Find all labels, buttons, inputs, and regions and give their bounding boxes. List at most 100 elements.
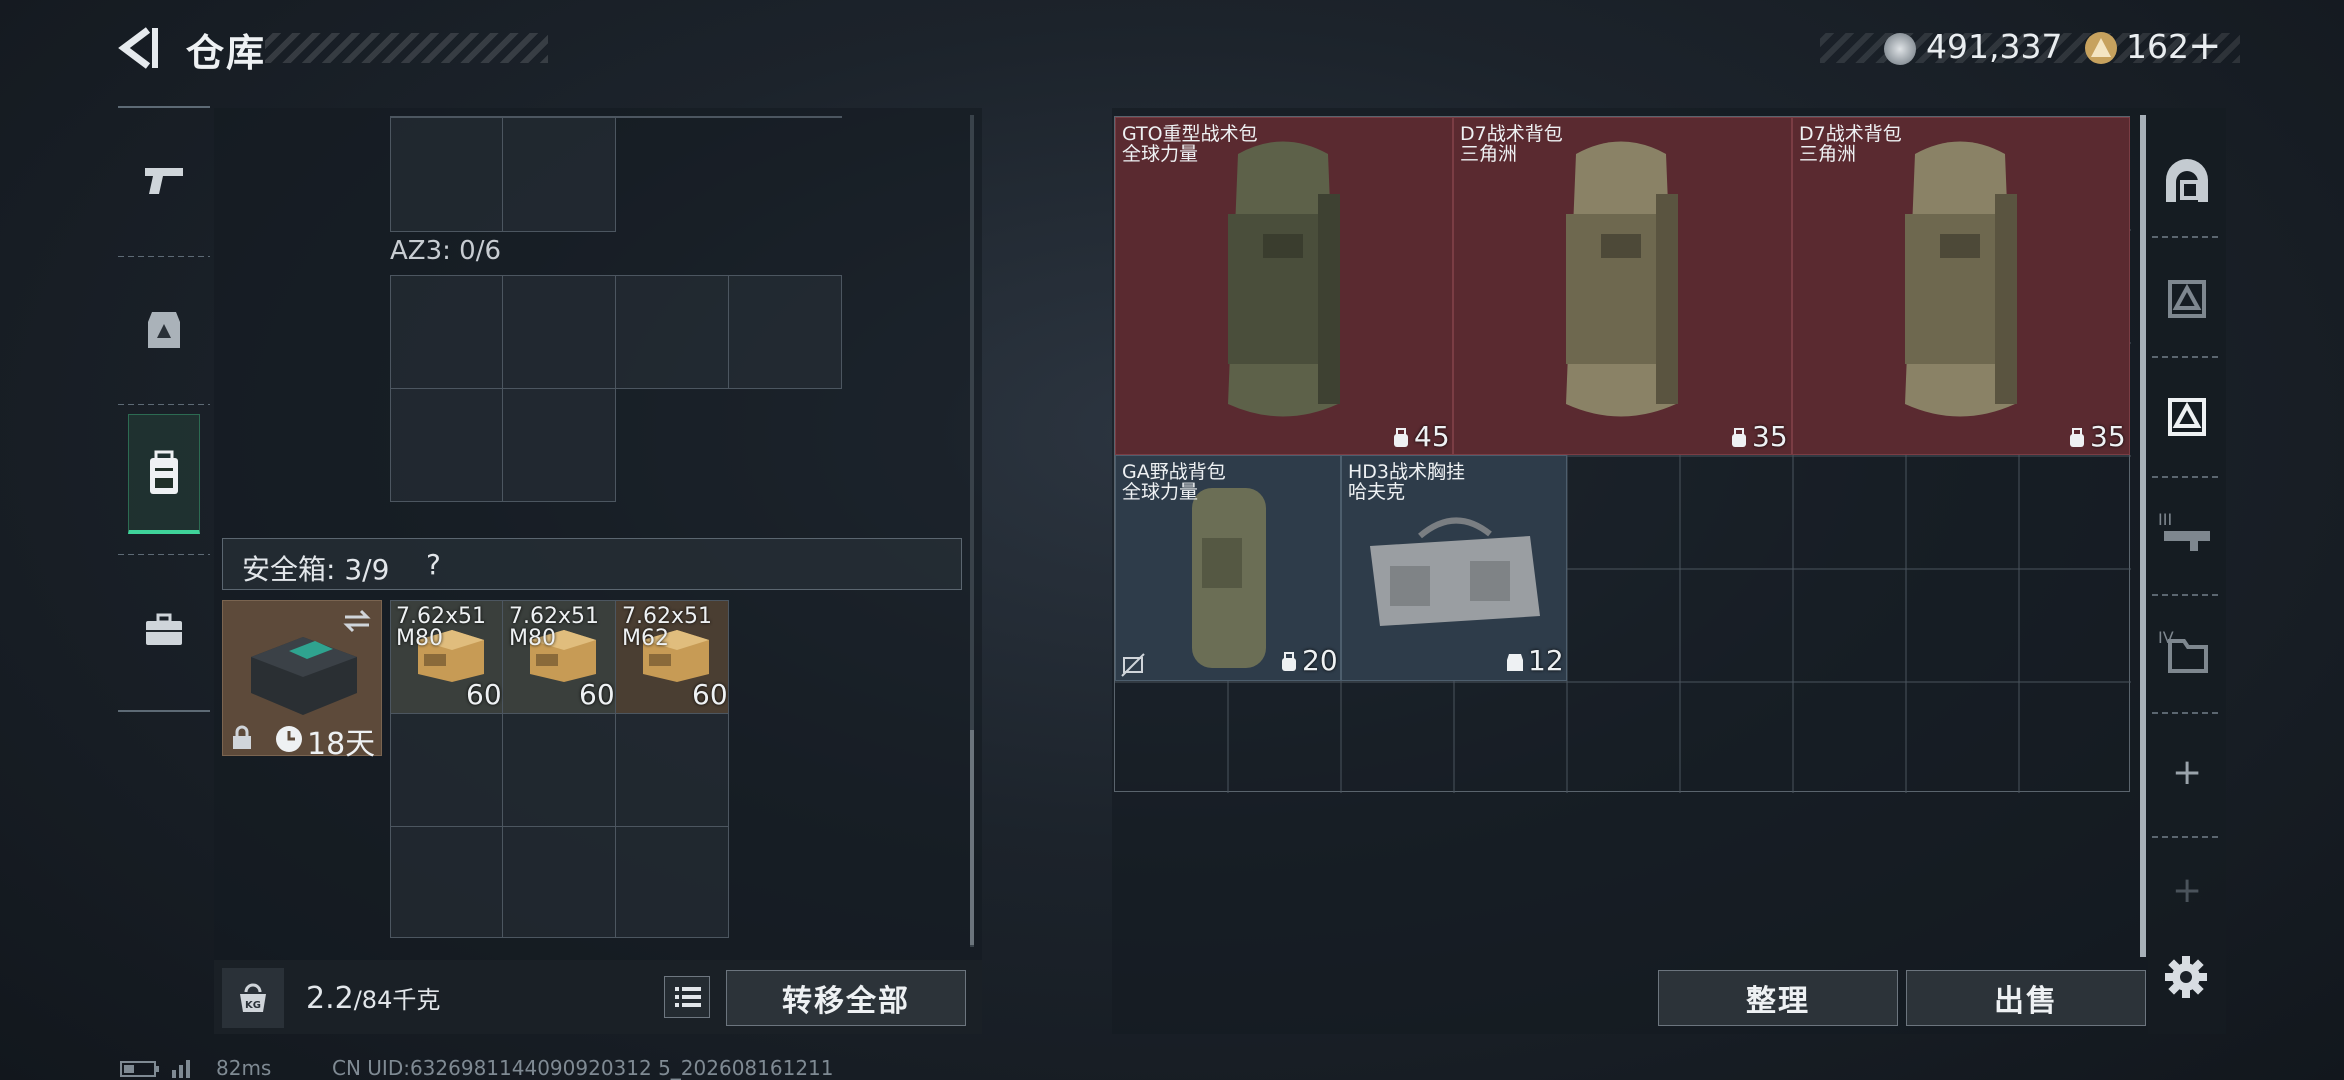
back-icon[interactable] <box>118 26 160 70</box>
backpack-icon <box>1905 141 2017 417</box>
right-scrollbar-thumb[interactable] <box>2140 115 2146 957</box>
stash-item-gto-backpack[interactable] <box>1115 117 1453 455</box>
stash-tab-4[interactable]: IV <box>2158 624 2216 682</box>
safe-box-icon <box>251 637 357 715</box>
ammo-caliber: 7.62x51 <box>622 604 712 629</box>
item-brand: 全球力量 <box>1122 481 1199 503</box>
stash-tab-all[interactable] <box>2158 152 2216 210</box>
max-weight: /84千克 <box>353 986 441 1014</box>
az3-slot[interactable] <box>502 388 616 502</box>
safe-box-label: 安全箱: 3/9 <box>242 553 390 586</box>
page-title: 仓库 <box>186 31 267 75</box>
item-brand: 全球力量 <box>1122 143 1199 165</box>
gold-currency-amount: 162 <box>2126 27 2189 66</box>
nav-cases[interactable] <box>128 570 200 690</box>
nav-weapons[interactable] <box>128 120 200 240</box>
safe-box-slot[interactable] <box>390 826 503 938</box>
capacity-value: 45 <box>1414 420 1450 453</box>
az3-slot[interactable] <box>728 275 842 389</box>
svg-text:KG: KG <box>245 1000 261 1011</box>
chest-rig-icon <box>1370 517 1540 626</box>
add-currency-button[interactable]: + <box>2188 23 2222 69</box>
briefcase-icon <box>146 613 182 645</box>
ammo-caliber: 7.62x51 <box>509 604 599 629</box>
current-weight: 2.2 <box>306 981 354 1016</box>
capacity-icon <box>2070 428 2084 447</box>
backpack-icon <box>150 450 178 494</box>
add-stash-tab-button[interactable]: + <box>2172 752 2202 793</box>
ammo-count: 60 <box>692 678 728 711</box>
item-name: D7战术背包 <box>1460 123 1563 145</box>
settings-gear-icon[interactable] <box>2164 955 2208 999</box>
clock-icon <box>276 726 302 752</box>
silver-coin-icon <box>1884 33 1916 65</box>
stash-item-d7-backpack[interactable] <box>1792 117 2130 455</box>
sell-button[interactable]: 出售 <box>1906 970 2146 1026</box>
safe-box-slot[interactable] <box>390 713 503 827</box>
signal-icon <box>172 1060 190 1078</box>
swap-icon[interactable] <box>341 607 373 635</box>
safe-box-slot[interactable] <box>502 713 616 827</box>
item-brand: 三角洲 <box>1799 143 1857 165</box>
item-brand: 哈夫克 <box>1348 481 1406 503</box>
safe-box-item[interactable]: 18天 <box>222 600 382 762</box>
ammo-type: M62 <box>622 626 669 651</box>
arch-icon <box>2166 159 2208 202</box>
capacity-value: 20 <box>1302 644 1338 677</box>
safe-box-timer: 18天 <box>307 727 376 762</box>
ammo-caliber: 7.62x51 <box>396 604 486 629</box>
lock-icon <box>233 725 251 749</box>
az3-slot[interactable] <box>615 275 729 389</box>
help-icon[interactable]: ? <box>426 548 441 581</box>
organize-button[interactable]: 整理 <box>1658 970 1898 1026</box>
ammo-type: M80 <box>396 626 443 651</box>
armor-vest-icon <box>148 312 180 348</box>
weight-lock-button[interactable]: KG <box>222 968 284 1028</box>
title-decoration <box>265 33 548 63</box>
item-name: GA野战背包 <box>1122 461 1226 483</box>
vest-capacity-icon <box>1507 654 1523 671</box>
safe-box-slot[interactable] <box>615 826 729 938</box>
stash-tab-3[interactable]: III <box>2158 506 2216 564</box>
silver-currency-amount: 491,337 <box>1926 27 2063 66</box>
list-view-button[interactable] <box>664 976 710 1018</box>
capacity-value: 35 <box>1752 420 1788 453</box>
ammo-count: 60 <box>579 678 615 711</box>
tab-level-label: IV <box>2158 628 2174 647</box>
rig-slot[interactable] <box>390 116 503 232</box>
no-insure-icon <box>1121 653 1145 677</box>
add-stash-tab-button-disabled: + <box>2172 870 2203 911</box>
backpack-icon <box>1192 488 1266 668</box>
item-name: D7战术背包 <box>1799 123 1902 145</box>
uid-readout: CN UID:6326981144090920312 5_20260816121… <box>332 1056 834 1080</box>
item-name: GTO重型战术包 <box>1122 123 1258 145</box>
stash-tab-1[interactable] <box>2158 270 2216 328</box>
nav-backpack[interactable] <box>128 414 200 534</box>
stash-item-d7-backpack[interactable] <box>1453 117 1792 455</box>
capacity-value: 35 <box>2090 420 2126 453</box>
battery-icon <box>120 1061 159 1077</box>
az3-slot[interactable] <box>390 388 503 502</box>
pistol-icon <box>145 168 183 194</box>
tab-level-label: III <box>2158 510 2173 529</box>
rig-slot[interactable] <box>502 116 616 232</box>
nav-armor[interactable] <box>128 270 200 390</box>
item-name: HD3战术胸挂 <box>1348 461 1466 483</box>
backpack-icon <box>1228 141 1340 417</box>
gold-coin-icon <box>2085 32 2117 64</box>
capacity-icon <box>1732 428 1746 447</box>
safe-box-slot[interactable] <box>502 826 616 938</box>
az3-slot[interactable] <box>502 275 616 389</box>
safe-box-slot[interactable] <box>615 713 729 827</box>
capacity-icon <box>1394 428 1408 447</box>
left-category-nav <box>118 106 210 712</box>
ammo-count: 60 <box>466 678 502 711</box>
stash-tab-2[interactable] <box>2158 388 2216 446</box>
list-icon <box>675 987 701 1007</box>
transfer-all-button[interactable]: 转移全部 <box>726 970 966 1026</box>
az3-container-label: AZ3: 0/6 <box>390 236 502 266</box>
capacity-value: 12 <box>1528 644 1564 677</box>
az3-slot[interactable] <box>390 275 503 389</box>
left-scrollbar-thumb[interactable] <box>970 730 974 945</box>
ping-readout: 82ms <box>216 1056 272 1080</box>
